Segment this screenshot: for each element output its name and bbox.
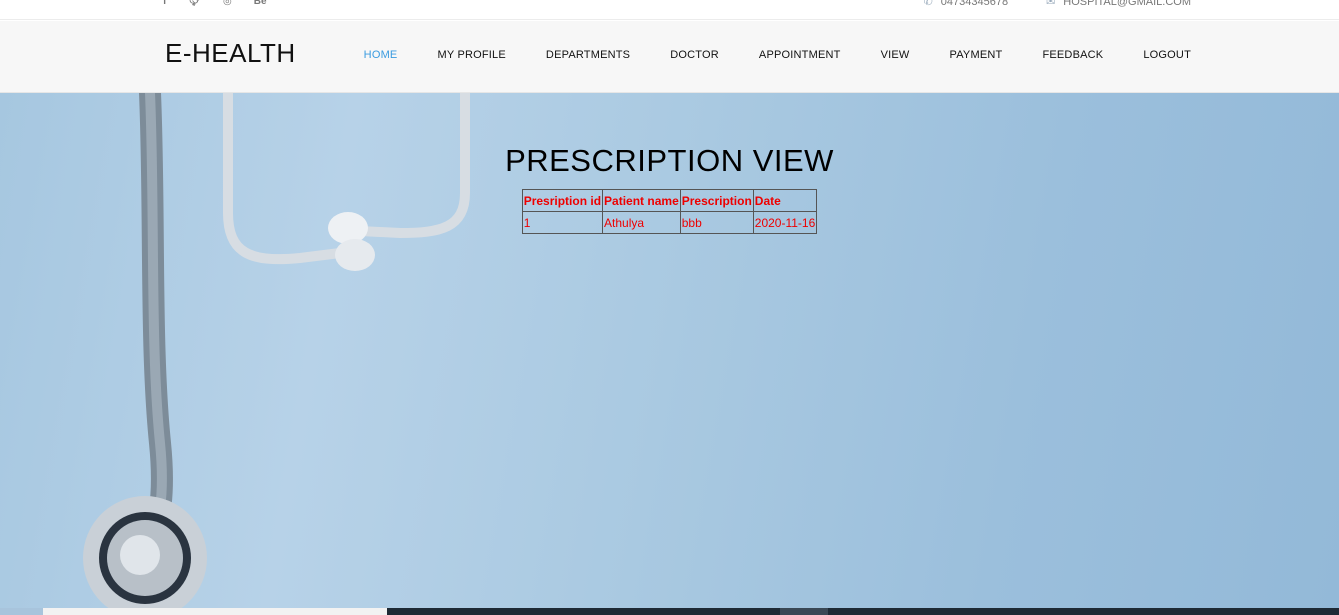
nav-view[interactable]: VIEW [881, 49, 910, 61]
contact-info: ✆ 04734345678 ✉ HOSPITAL@GMAIL.COM [924, 0, 1191, 10]
page-title: PRESCRIPTION VIEW [505, 143, 834, 178]
table-header-row: Presription id Patient name Prescription… [521, 189, 818, 212]
behance-icon[interactable]: Be [254, 0, 267, 10]
phone-icon: ✆ [923, 0, 933, 8]
table-row: 1 Athulya bbb 2020-11-16 [521, 211, 818, 234]
site-header: E-HEALTH HOME MY PROFILE DEPARTMENTS DOC… [0, 21, 1339, 93]
prescription-table: Presription id Patient name Prescription… [521, 189, 818, 234]
nav-doctor[interactable]: DOCTOR [670, 49, 719, 61]
main-nav: HOME MY PROFILE DEPARTMENTS DOCTOR APPOI… [324, 49, 1191, 61]
footer-strip [0, 608, 1339, 615]
dribbble-icon[interactable]: ◎ [223, 0, 232, 10]
social-links: f 🐦︎ ◎ Be [163, 0, 267, 10]
cell-date: 2020-11-16 [752, 211, 818, 234]
phone-number: 04734345678 [940, 0, 1009, 8]
prescription-section: PRESCRIPTION VIEW Presription id Patient… [0, 143, 1339, 234]
nav-logout[interactable]: LOGOUT [1143, 49, 1191, 61]
column-header: Date [752, 189, 818, 212]
cell-prescription: bbb [679, 211, 754, 234]
cell-patient-name: Athulya [602, 211, 681, 234]
nav-feedback[interactable]: FEEDBACK [1042, 49, 1103, 61]
twitter-icon[interactable]: 🐦︎ [188, 0, 201, 10]
column-header: Prescription [679, 189, 754, 212]
facebook-icon[interactable]: f [163, 0, 166, 10]
column-header: Presription id [521, 189, 604, 212]
cell-prescription-id: 1 [521, 211, 604, 234]
email-address[interactable]: HOSPITAL@GMAIL.COM [1063, 0, 1191, 10]
site-logo[interactable]: E-HEALTH [165, 38, 296, 69]
nav-departments[interactable]: DEPARTMENTS [546, 49, 630, 61]
column-header: Patient name [602, 189, 681, 212]
nav-appointment[interactable]: APPOINTMENT [759, 49, 841, 61]
nav-home[interactable]: HOME [364, 49, 398, 61]
nav-my-profile[interactable]: MY PROFILE [437, 49, 505, 61]
top-bar: f 🐦︎ ◎ Be ✆ 04734345678 ✉ HOSPITAL@GMAIL… [0, 0, 1339, 20]
nav-payment[interactable]: PAYMENT [949, 49, 1002, 61]
mail-icon: ✉ [1046, 0, 1056, 8]
